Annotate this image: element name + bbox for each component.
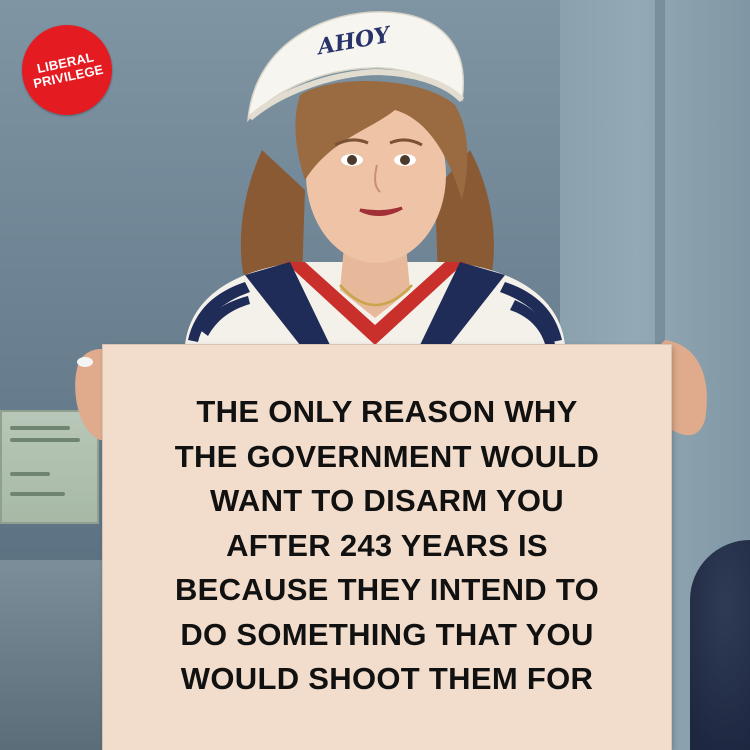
sign-line-2: THE GOVERNMENT WOULD: [174, 438, 600, 474]
pen: [77, 357, 93, 367]
sign-board: THE ONLY REASON WHY THE GOVERNMENT WOULD…: [103, 345, 671, 750]
meme-image: AHOY LIBERAL PRIVILEGE THE ONLY REASON W…: [0, 0, 750, 750]
sign-line-1: THE ONLY REASON WHY: [196, 394, 578, 429]
sign-line-5: BECAUSE THEY INTEND TO: [174, 572, 599, 607]
sign-text: THE ONLY REASON WHY THE GOVERNMENT WOULD…: [103, 390, 671, 702]
sign-line-3: WANT TO DISARM YOU: [210, 483, 564, 518]
eye-left-iris: [347, 155, 357, 165]
sign-line-6: DO SOMETHING THAT YOU: [180, 616, 594, 652]
sign-line-4: AFTER 243 YEARS IS: [226, 527, 548, 563]
eye-right-iris: [400, 155, 410, 165]
sign-line-7: WOULD SHOOT THEM FOR: [180, 661, 594, 696]
